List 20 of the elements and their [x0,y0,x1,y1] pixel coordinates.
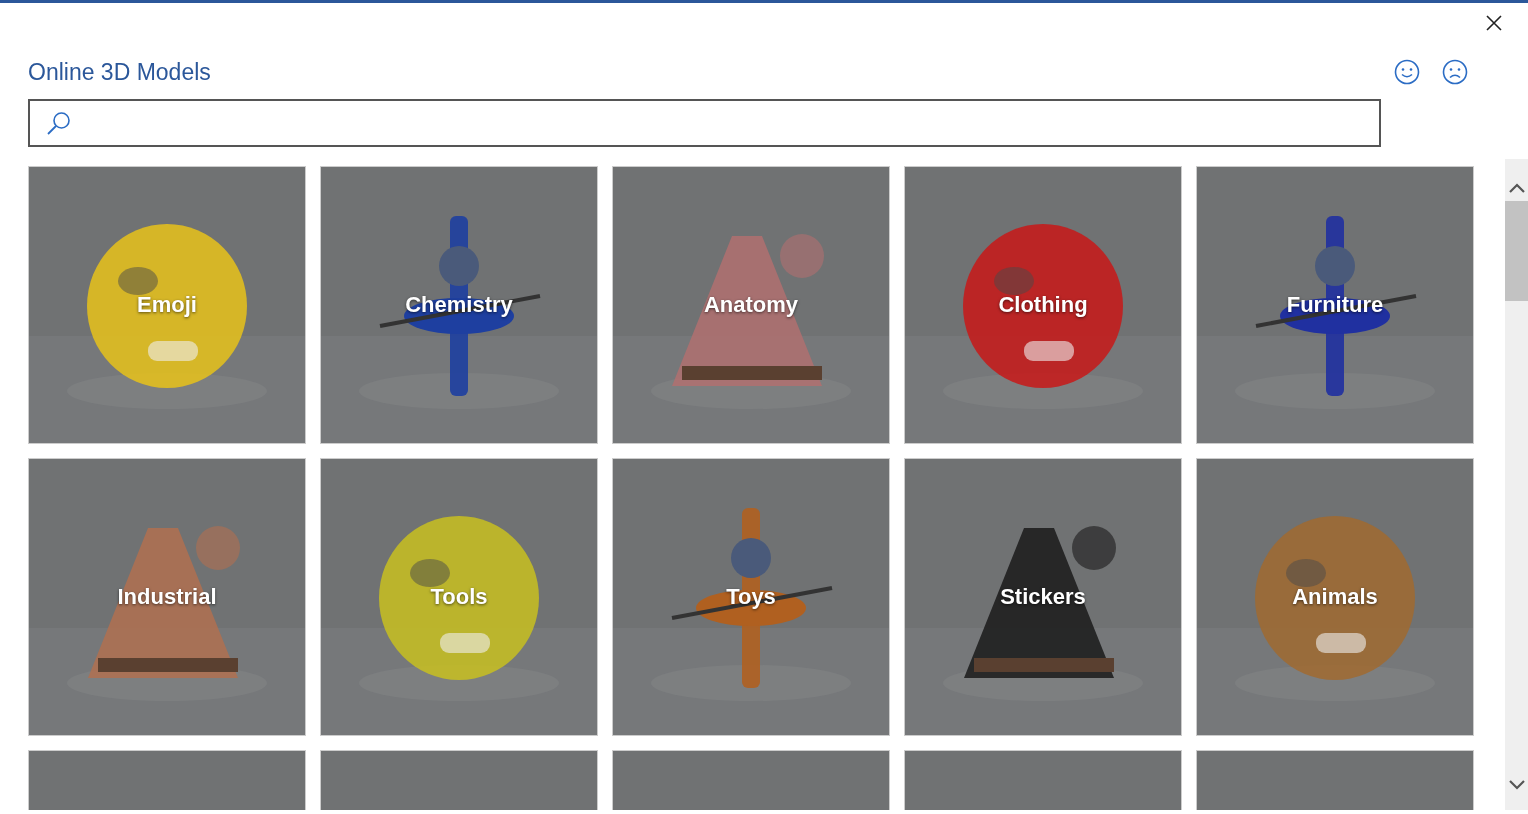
category-label: Toys [726,584,776,610]
category-label: Clothing [998,292,1088,318]
category-label: Stickers [1000,584,1086,610]
scroll-thumb[interactable] [1505,201,1528,301]
smile-icon[interactable] [1394,59,1420,85]
category-label: Furniture [1286,292,1384,318]
search-field[interactable] [28,99,1381,147]
dialog-title: Online 3D Models [28,58,211,86]
category-label: Anatomy [703,292,799,318]
scrollbar[interactable] [1505,159,1528,810]
category-label: Industrial [117,584,217,610]
category-label: Emoji [137,292,197,318]
category-label: Animals [1292,584,1378,610]
scroll-up-icon[interactable] [1508,183,1525,193]
category-label: Chemistry [405,292,513,318]
category-label: Tools [430,584,488,610]
search-icon [46,110,72,136]
frown-icon[interactable] [1442,59,1468,85]
scroll-down-icon[interactable] [1508,780,1525,790]
close-button[interactable] [1484,13,1504,33]
